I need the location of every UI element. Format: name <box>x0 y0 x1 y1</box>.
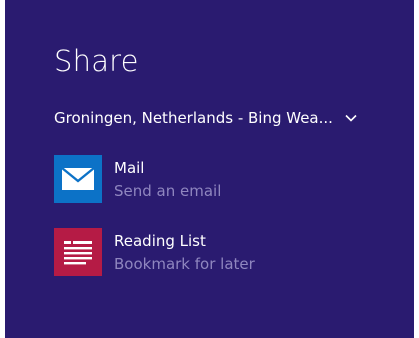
reading-list-icon <box>54 228 102 276</box>
share-source-label: Groningen, Netherlands - Bing Wea... <box>54 109 333 127</box>
chevron-down-icon <box>344 111 358 125</box>
share-target-reading-list[interactable]: Reading List Bookmark for later <box>54 228 255 276</box>
mail-icon <box>54 155 102 203</box>
share-target-mail[interactable]: Mail Send an email <box>54 155 221 203</box>
panel-title: Share <box>54 44 139 78</box>
share-target-description: Send an email <box>114 182 222 200</box>
share-target-name: Reading List <box>114 232 206 250</box>
share-target-name: Mail <box>114 159 145 177</box>
share-source-dropdown[interactable]: Groningen, Netherlands - Bing Wea... <box>54 109 358 127</box>
share-charm-panel: Share Groningen, Netherlands - Bing Wea.… <box>5 0 414 338</box>
share-target-description: Bookmark for later <box>114 255 255 273</box>
